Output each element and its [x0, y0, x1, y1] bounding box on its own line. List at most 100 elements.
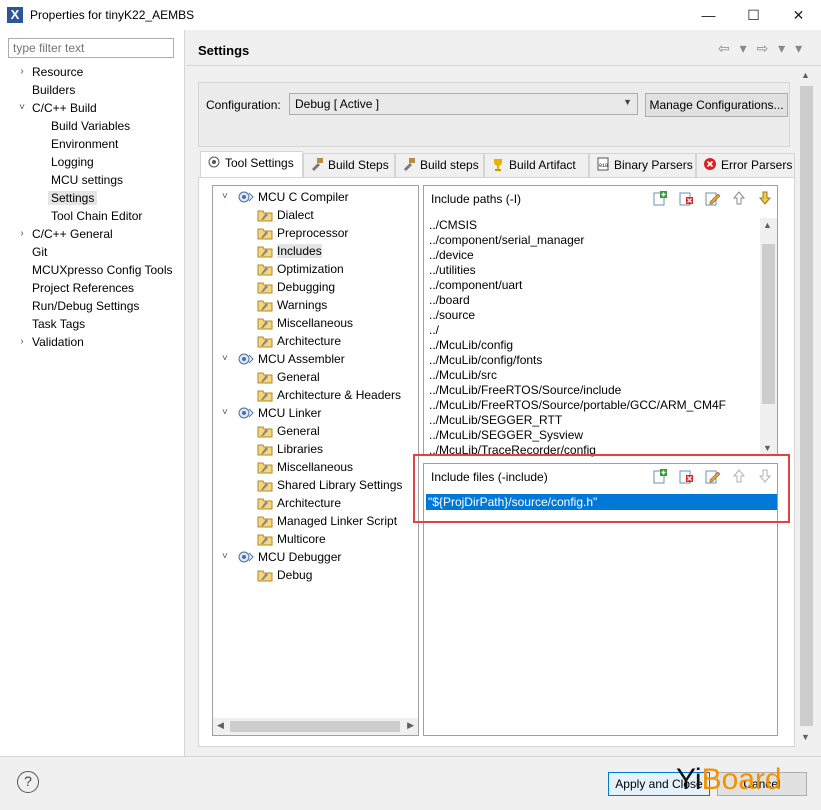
- include-path-item[interactable]: ../utilities: [426, 263, 759, 278]
- nav-item-build-variables[interactable]: Build Variables: [51, 117, 130, 135]
- include-path-item[interactable]: ../source: [426, 308, 759, 323]
- edit-icon[interactable]: [704, 190, 721, 206]
- tree-item-optimization[interactable]: Optimization: [257, 260, 344, 278]
- scroll-right-icon[interactable]: ▶: [407, 720, 414, 731]
- tree-item-architecture[interactable]: Architecture: [257, 494, 341, 512]
- tree-item-label: Architecture: [277, 496, 342, 510]
- nav-item-validation[interactable]: › Validation: [20, 333, 84, 351]
- tree-item-architecture-headers[interactable]: Architecture & Headers: [257, 386, 401, 404]
- nav-item-mcuxpresso-config-tools[interactable]: MCUXpresso Config Tools: [32, 261, 173, 279]
- tree-item-includes[interactable]: Includes: [257, 242, 322, 260]
- filter-input[interactable]: [8, 38, 174, 58]
- tree-item-debugging[interactable]: Debugging: [257, 278, 335, 296]
- include-path-item[interactable]: ../McuLib/SEGGER_Sysview: [426, 428, 759, 443]
- tab-tool-settings-0[interactable]: Tool Settings: [200, 151, 303, 178]
- scrollbar-thumb[interactable]: [800, 86, 813, 726]
- include-paths-list[interactable]: ../CMSIS ../component/serial_manager ../de…: [426, 218, 759, 458]
- chevron-down-icon[interactable]: ˅: [222, 404, 232, 422]
- manage-configurations-button[interactable]: Manage Configurations...: [645, 93, 788, 117]
- tree-item-preprocessor[interactable]: Preprocessor: [257, 224, 348, 242]
- nav-item-tool-chain-editor[interactable]: Tool Chain Editor: [51, 207, 142, 225]
- scrollbar-thumb[interactable]: [762, 244, 775, 404]
- help-icon[interactable]: ?: [17, 771, 39, 793]
- include-path-item[interactable]: ../McuLib/SEGGER_RTT: [426, 413, 759, 428]
- chevron-right-icon[interactable]: ›: [16, 225, 28, 243]
- scroll-up-icon[interactable]: ▲: [801, 70, 810, 80]
- history-nav-icons[interactable]: ⇦ ▾ ⇨ ▾ ▾: [718, 40, 805, 57]
- include-path-item[interactable]: ../device: [426, 248, 759, 263]
- tab-label: Build steps: [420, 158, 479, 172]
- tab-binary-parsers-4[interactable]: 010 Binary Parsers: [589, 153, 696, 177]
- include-path-item[interactable]: ../component/serial_manager: [426, 233, 759, 248]
- nav-item-mcu-settings[interactable]: MCU settings: [51, 171, 123, 189]
- tree-item-mcu-assembler[interactable]: ˅ MCU Assembler: [222, 350, 345, 368]
- chevron-down-icon[interactable]: ˅: [16, 99, 28, 117]
- nav-item-logging[interactable]: Logging: [51, 153, 94, 171]
- include-path-item[interactable]: ../board: [426, 293, 759, 308]
- chevron-right-icon[interactable]: ›: [16, 63, 28, 81]
- move-down-icon[interactable]: [757, 190, 773, 206]
- nav-item-c-c-build[interactable]: ˅ C/C++ Build: [19, 99, 97, 117]
- tool-gear-icon: [238, 406, 254, 420]
- nav-item-settings[interactable]: Settings: [48, 189, 98, 207]
- tab-build-artifact-3[interactable]: Build Artifact: [484, 153, 589, 177]
- tree-item-multicore[interactable]: Multicore: [257, 530, 326, 548]
- tree-item-debug[interactable]: Debug: [257, 566, 312, 584]
- tree-item-managed-linker-script[interactable]: Managed Linker Script: [257, 512, 397, 530]
- include-path-item[interactable]: ../McuLib/src: [426, 368, 759, 383]
- nav-item-git[interactable]: Git: [32, 243, 47, 261]
- tree-horizontal-scrollbar[interactable]: ◀ ▶: [213, 718, 418, 735]
- include-path-item[interactable]: ../McuLib/config: [426, 338, 759, 353]
- chevron-down-icon[interactable]: ˅: [222, 548, 232, 566]
- tab-error-parsers-5[interactable]: Error Parsers: [696, 153, 795, 177]
- nav-item-resource[interactable]: › Resource: [20, 63, 83, 81]
- scroll-left-icon[interactable]: ◀: [217, 720, 224, 731]
- tree-item-general[interactable]: General: [257, 422, 320, 440]
- scroll-down-icon[interactable]: ▼: [763, 443, 772, 453]
- include-path-item[interactable]: ../CMSIS: [426, 218, 759, 233]
- tree-item-warnings[interactable]: Warnings: [257, 296, 327, 314]
- tab-build-steps-1[interactable]: Build Steps: [303, 153, 395, 177]
- nav-item-environment[interactable]: Environment: [51, 135, 118, 153]
- tab-label: Build Artifact: [509, 158, 576, 172]
- include-path-item[interactable]: ../component/uart: [426, 278, 759, 293]
- close-button[interactable]: ✕: [776, 0, 821, 30]
- include-path-item[interactable]: ../: [426, 323, 759, 338]
- chevron-down-icon[interactable]: ˅: [222, 350, 232, 368]
- highlight-box: [413, 454, 790, 523]
- nav-item-label: Task Tags: [32, 317, 86, 331]
- maximize-button[interactable]: ☐: [731, 0, 776, 30]
- scroll-down-icon[interactable]: ▼: [801, 732, 810, 742]
- include-path-item[interactable]: ../McuLib/FreeRTOS/Source/portable/GCC/A…: [426, 398, 759, 413]
- delete-icon[interactable]: [678, 190, 694, 206]
- include-path-item[interactable]: ../McuLib/config/fonts: [426, 353, 759, 368]
- nav-item-c-c-general[interactable]: › C/C++ General: [20, 225, 112, 243]
- tree-item-dialect[interactable]: Dialect: [257, 206, 314, 224]
- nav-item-run-debug-settings[interactable]: Run/Debug Settings: [32, 297, 139, 315]
- tree-item-mcu-linker[interactable]: ˅ MCU Linker: [222, 404, 321, 422]
- nav-item-builders[interactable]: Builders: [32, 81, 75, 99]
- scrollbar-thumb[interactable]: [230, 721, 400, 732]
- include-path-item[interactable]: ../McuLib/FreeRTOS/Source/include: [426, 383, 759, 398]
- scroll-up-icon[interactable]: ▲: [763, 220, 772, 230]
- nav-item-task-tags[interactable]: Task Tags: [32, 315, 85, 333]
- move-up-icon[interactable]: [731, 190, 747, 206]
- tree-item-mcu-debugger[interactable]: ˅ MCU Debugger: [222, 548, 341, 566]
- tab-build-steps-2[interactable]: Build steps: [395, 153, 484, 177]
- tree-item-libraries[interactable]: Libraries: [257, 440, 323, 458]
- chevron-down-icon[interactable]: ˅: [222, 188, 232, 206]
- include-paths-scrollbar[interactable]: ▲ ▼: [760, 218, 777, 454]
- tree-item-label: Libraries: [277, 442, 324, 456]
- tree-item-general[interactable]: General: [257, 368, 320, 386]
- configuration-select[interactable]: Debug [ Active ] ▼: [289, 93, 638, 115]
- tree-item-architecture[interactable]: Architecture: [257, 332, 341, 350]
- nav-item-project-references[interactable]: Project References: [32, 279, 134, 297]
- tree-item-shared-library-settings[interactable]: Shared Library Settings: [257, 476, 402, 494]
- add-icon[interactable]: [652, 190, 668, 206]
- page-scrollbar[interactable]: ▲ ▼: [798, 68, 815, 744]
- tree-item-mcu-c-compiler[interactable]: ˅ MCU C Compiler: [222, 188, 349, 206]
- chevron-right-icon[interactable]: ›: [16, 333, 28, 351]
- tree-item-miscellaneous[interactable]: Miscellaneous: [257, 458, 353, 476]
- minimize-button[interactable]: —: [686, 0, 731, 30]
- tree-item-miscellaneous[interactable]: Miscellaneous: [257, 314, 353, 332]
